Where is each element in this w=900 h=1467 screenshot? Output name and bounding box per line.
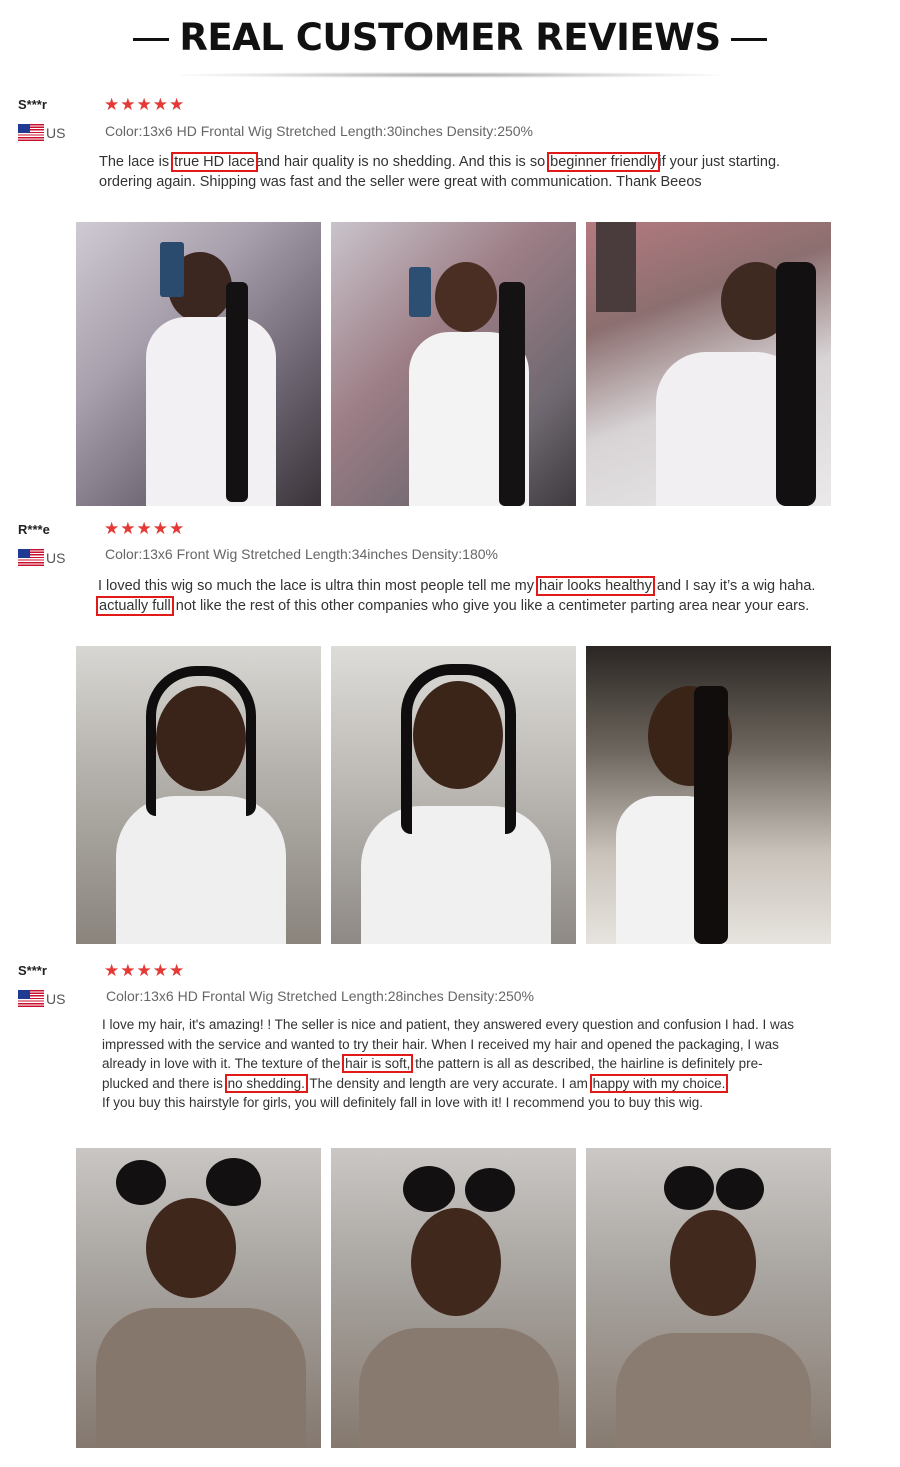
star-rating: ★★★★★ bbox=[104, 519, 186, 538]
country-code: US bbox=[46, 990, 66, 1007]
us-flag-icon bbox=[18, 124, 44, 141]
customer-photo[interactable] bbox=[76, 646, 321, 944]
customer-photo[interactable] bbox=[586, 1148, 831, 1448]
us-flag-icon bbox=[18, 990, 44, 1007]
title-dash-left bbox=[133, 38, 170, 41]
highlight-box: no shedding. bbox=[224, 1073, 308, 1093]
highlight-box: actually full bbox=[96, 595, 174, 616]
country-code: US bbox=[46, 124, 66, 141]
highlight-box: true HD lace bbox=[171, 152, 258, 172]
reviewer-name: R***e bbox=[18, 522, 50, 537]
page-title: REAL CUSTOMER REVIEWS bbox=[0, 16, 900, 59]
highlight-box: beginner friendly bbox=[547, 152, 661, 172]
reviewer-country: US bbox=[18, 124, 65, 141]
customer-photo[interactable] bbox=[331, 646, 576, 944]
highlight-box: hair looks healthy bbox=[536, 576, 655, 596]
highlight-box: hair is soft, bbox=[342, 1054, 414, 1073]
product-spec: Color:13x6 HD Frontal Wig Stretched Leng… bbox=[105, 123, 533, 139]
highlight-box: happy with my choice. bbox=[589, 1073, 729, 1093]
title-dash-right bbox=[730, 38, 767, 41]
customer-photo[interactable] bbox=[76, 1148, 321, 1448]
page-header: REAL CUSTOMER REVIEWS bbox=[0, 0, 900, 90]
reviewer-name: S***r bbox=[18, 97, 47, 112]
star-rating: ★★★★★ bbox=[104, 961, 186, 980]
review-text: The lace is true HD laceand hair quality… bbox=[99, 152, 781, 190]
page-title-text: REAL CUSTOMER REVIEWS bbox=[179, 16, 721, 59]
customer-photo[interactable] bbox=[586, 222, 831, 506]
review-text: I love my hair, it's amazing! ! The sell… bbox=[102, 1017, 794, 1110]
review-text: I loved this wig so much the lace is ult… bbox=[96, 576, 816, 616]
customer-photo[interactable] bbox=[331, 222, 576, 506]
reviewer-country: US bbox=[18, 990, 65, 1007]
reviewer-country: US bbox=[18, 549, 65, 566]
product-spec: Color:13x6 HD Frontal Wig Stretched Leng… bbox=[106, 988, 534, 1004]
customer-photo[interactable] bbox=[331, 1148, 576, 1448]
product-spec: Color:13x6 Front Wig Stretched Length:34… bbox=[105, 546, 498, 562]
star-rating: ★★★★★ bbox=[104, 95, 186, 114]
us-flag-icon bbox=[18, 549, 44, 566]
title-underline-shadow bbox=[180, 72, 720, 78]
country-code: US bbox=[46, 549, 66, 566]
customer-photo[interactable] bbox=[586, 646, 831, 944]
reviewer-name: S***r bbox=[18, 963, 47, 978]
customer-photo[interactable] bbox=[76, 222, 321, 506]
